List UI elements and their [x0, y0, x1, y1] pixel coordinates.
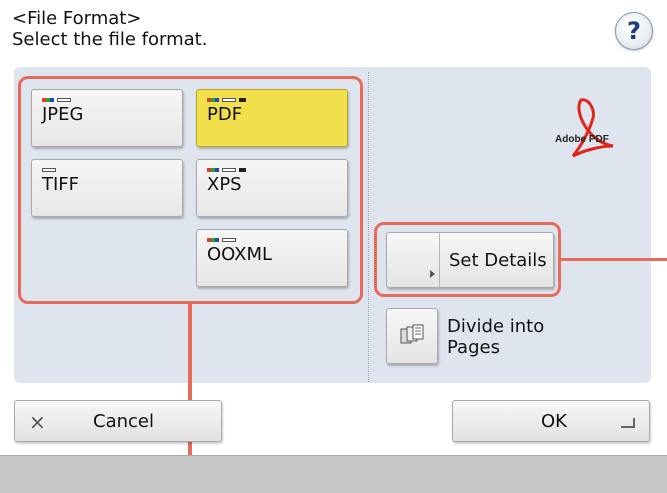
help-button[interactable]: ?	[615, 12, 653, 50]
header: <File Format> Select the file format. ?	[0, 0, 667, 62]
help-icon: ?	[627, 17, 641, 45]
page-title: <File Format> Select the file format.	[12, 8, 208, 50]
divide-into-pages-label: Divide into Pages	[447, 316, 545, 358]
panel-divider	[368, 72, 369, 382]
adobe-pdf-logo	[571, 98, 614, 158]
ok-label: OK	[541, 411, 567, 432]
format-highlight-frame	[18, 76, 363, 304]
enter-icon	[621, 418, 635, 428]
callout-line	[561, 258, 667, 261]
ok-button[interactable]: OK	[452, 400, 650, 442]
pages-icon	[400, 324, 424, 344]
divide-into-pages-button[interactable]	[386, 308, 438, 364]
close-icon: ×	[29, 410, 46, 434]
cancel-label: Cancel	[93, 411, 154, 432]
cancel-button[interactable]: × Cancel	[14, 400, 222, 442]
adobe-pdf-label: Adobe PDF	[555, 134, 609, 145]
set-details-highlight-frame	[374, 222, 561, 297]
status-bar	[0, 455, 667, 493]
